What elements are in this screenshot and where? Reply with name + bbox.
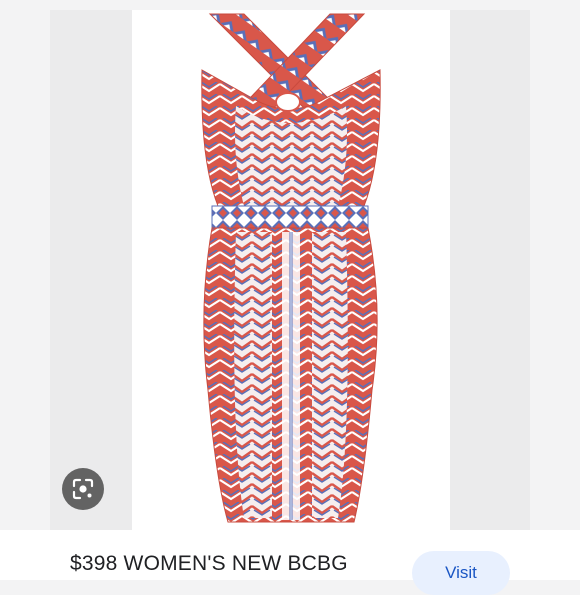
visit-button[interactable]: Visit xyxy=(412,551,510,595)
google-lens-button[interactable] xyxy=(62,468,104,510)
product-image[interactable] xyxy=(132,10,450,530)
product-title[interactable]: $398 WOMEN'S NEW BCBG xyxy=(70,552,348,576)
google-lens-icon xyxy=(72,478,94,500)
